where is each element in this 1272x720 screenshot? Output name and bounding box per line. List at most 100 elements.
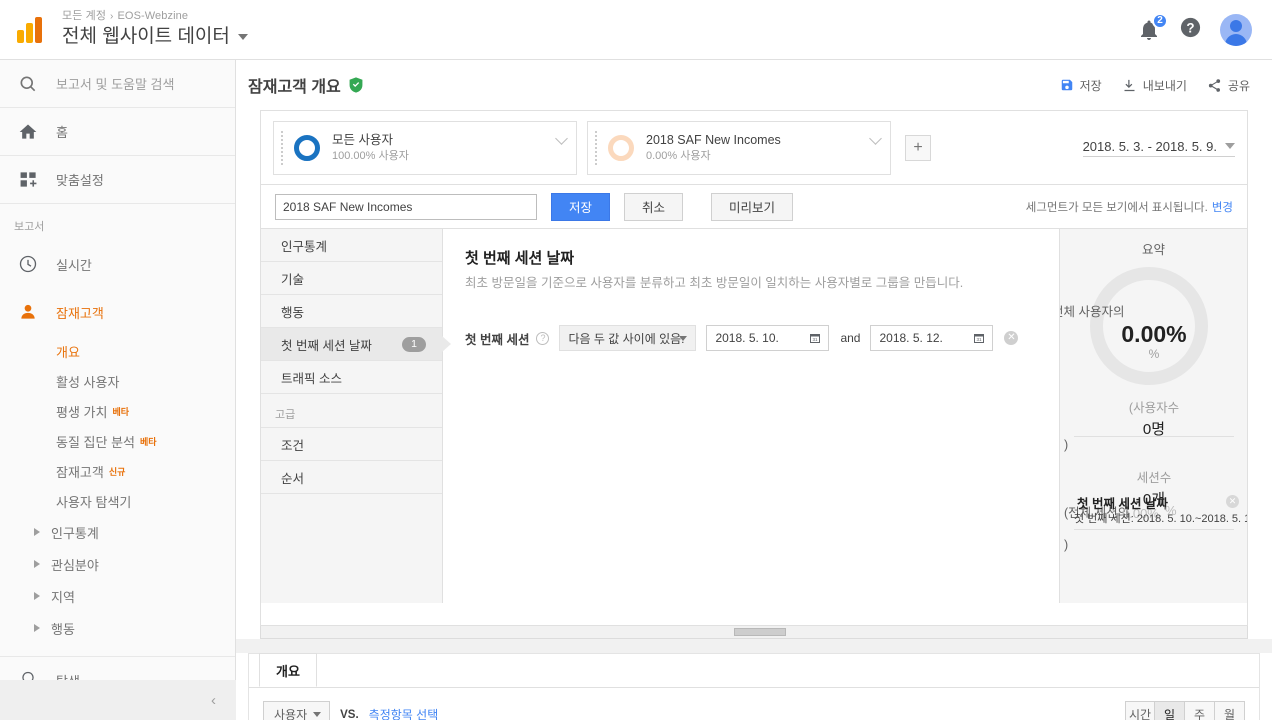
view-selector[interactable]: 전체 웹사이트 데이터 [62, 24, 248, 50]
category-conditions[interactable]: 조건 [261, 428, 442, 461]
chevron-right-icon [34, 528, 40, 536]
summary-of-all-users-label: 전체 사용자의 [1059, 305, 1125, 319]
svg-text:31: 31 [813, 337, 819, 342]
sidebar-item-audience[interactable]: 잠재고객 [0, 288, 235, 336]
calendar-icon[interactable]: 31 [973, 332, 985, 344]
category-traffic-sources[interactable]: 트래픽 소스 [261, 361, 442, 394]
sidebar-item-cohort-analysis[interactable]: 동질 집단 분석 베타 [0, 426, 235, 456]
sidebar-item-overview[interactable]: 개요 [0, 336, 235, 366]
search-placeholder-label: 보고서 및 도움말 검색 [56, 77, 175, 92]
sidebar-subitem-label: 잠재고객 [56, 464, 104, 480]
export-button[interactable]: 내보내기 [1122, 77, 1187, 94]
summary-percent-symbol: % [1148, 347, 1160, 361]
add-segment-button[interactable]: + [905, 134, 931, 161]
scrollbar-thumb[interactable] [734, 628, 787, 636]
segment-name: 모든 사용자 [332, 132, 393, 147]
sidebar-item-user-explorer[interactable]: 사용자 탐색기 [0, 486, 235, 516]
granularity-month[interactable]: 월 [1215, 700, 1245, 720]
analytics-app: 모든 계정 › EOS-Webzine 전체 웹사이트 데이터 2 ? 보고서 … [0, 0, 1272, 720]
date-range-picker[interactable]: 2018. 5. 3. - 2018. 5. 9. [1082, 138, 1235, 157]
vs-label: VS. [340, 708, 359, 720]
granularity-week[interactable]: 주 [1185, 700, 1215, 720]
segment-visibility-note: 세그먼트가 모든 보기에서 표시됩니다. 변경 [1026, 199, 1233, 215]
segment-chip-saf-new-incomes[interactable]: 2018 SAF New Incomes 0.00% 사용자 [587, 120, 891, 175]
svg-text:?: ? [1186, 20, 1194, 35]
segment-builder-body: 인구통계 기술 행동 첫 번째 세션 날짜 1 트래픽 소스 고급 조건 순서 … [261, 229, 1247, 603]
share-button-label: 공유 [1227, 78, 1250, 93]
tab-overview[interactable]: 개요 [259, 653, 317, 687]
sidebar-item-label: 실시간 [56, 257, 92, 273]
builder-horizontal-scrollbar[interactable] [260, 626, 1248, 639]
condition-row: 첫 번째 세션 ? 다음 두 값 사이에 있음: 2018. 5. 10. 31 [465, 325, 1037, 351]
sidebar-item-customize[interactable]: 맞춤설정 [0, 156, 235, 204]
chevron-down-icon[interactable] [555, 131, 568, 145]
segment-donut-icon [294, 134, 320, 161]
breadcrumb-property[interactable]: EOS-Webzine [117, 10, 188, 22]
avatar[interactable] [1220, 13, 1252, 46]
chevron-down-icon [679, 335, 688, 341]
chevron-down-icon[interactable] [869, 131, 882, 145]
share-button[interactable]: 공유 [1207, 77, 1250, 94]
remove-condition-button[interactable]: ✕ [1004, 331, 1019, 345]
calendar-icon[interactable]: 31 [809, 332, 821, 344]
granularity-toggle-group: 시간 일 주 월 [1125, 700, 1245, 720]
category-label: 트래픽 소스 [281, 371, 342, 386]
save-segment-button[interactable]: 저장 [551, 192, 611, 221]
breadcrumb-account[interactable]: 모든 계정 [62, 10, 106, 22]
sidebar-subitem-label: 개요 [56, 344, 80, 360]
sidebar-item-active-users[interactable]: 활성 사용자 [0, 366, 235, 396]
date-from-input[interactable]: 2018. 5. 10. 31 [706, 325, 830, 351]
segment-chip-all-users[interactable]: 모든 사용자 100.00% 사용자 [273, 120, 577, 175]
change-visibility-link[interactable]: 변경 [1212, 202, 1233, 214]
segment-name: 2018 SAF New Incomes [646, 132, 781, 147]
sidebar-item-lifetime-value[interactable]: 평생 가치 베타 [0, 396, 235, 426]
sidebar-item-geo[interactable]: 지역 [0, 580, 235, 612]
summary-sessions-label: 세션수 [1136, 471, 1172, 485]
drag-handle-icon[interactable] [278, 130, 288, 165]
sidebar-item-interests[interactable]: 관심분야 [0, 548, 235, 580]
date-to-input[interactable]: 2018. 5. 12. 31 [870, 325, 994, 351]
sidebar-item-home[interactable]: 홈 [0, 108, 235, 156]
sidebar-expandable-label: 지역 [51, 589, 75, 605]
segment-percent: 0.00% 사용자 [646, 149, 711, 162]
date-range-label: 2018. 5. 3. - 2018. 5. 9. [1082, 138, 1217, 154]
granularity-hour[interactable]: 시간 [1125, 700, 1155, 720]
preview-button[interactable]: 미리보기 [711, 192, 794, 221]
page-title-block: 잠재고객 개요 [248, 73, 363, 97]
new-tag: 신규 [108, 466, 126, 477]
top-bar-actions: 2 ? [1137, 12, 1272, 46]
operator-select[interactable]: 다음 두 값 사이에 있음: [559, 325, 697, 351]
granularity-day[interactable]: 일 [1155, 700, 1185, 720]
select-metric-link[interactable]: 측정항목 선택 [369, 706, 439, 720]
save-button[interactable]: 저장 [1060, 77, 1102, 94]
chevron-right-icon [34, 624, 40, 632]
segment-save-bar: 저장 취소 미리보기 세그먼트가 모든 보기에서 표시됩니다. 변경 [261, 185, 1247, 229]
sidebar-item-demographics[interactable]: 인구통계 [0, 516, 235, 548]
breadcrumb: 모든 계정 › EOS-Webzine [62, 9, 248, 24]
drag-handle-icon[interactable] [592, 130, 602, 165]
sidebar-item-behavior[interactable]: 행동 [0, 612, 235, 644]
category-label: 첫 번째 세션 날짜 [281, 338, 372, 353]
segment-percent: 100.00% 사용자 [332, 149, 409, 162]
summary-overlay-close-button[interactable]: ✕ [1226, 495, 1239, 508]
sidebar-collapse-button[interactable]: ‹ [0, 680, 236, 720]
sidebar-item-realtime[interactable]: 실시간 [0, 240, 235, 288]
search-input[interactable]: 보고서 및 도움말 검색 [0, 60, 235, 108]
cancel-button[interactable]: 취소 [624, 192, 684, 221]
sidebar-subitem-label: 동질 집단 분석 [56, 434, 135, 450]
category-group-advanced: 고급 [261, 394, 442, 428]
help-icon[interactable]: ? [536, 331, 550, 345]
segment-name-input[interactable] [275, 193, 537, 220]
category-demographics[interactable]: 인구통계 [261, 229, 442, 262]
category-behavior[interactable]: 행동 [261, 295, 442, 328]
help-button[interactable]: ? [1179, 16, 1202, 44]
home-icon [0, 122, 56, 142]
sidebar-item-audiences[interactable]: 잠재고객 신규 [0, 456, 235, 486]
category-first-session-date[interactable]: 첫 번째 세션 날짜 1 [261, 328, 451, 361]
notifications-button[interactable]: 2 [1137, 12, 1168, 42]
category-sequences[interactable]: 순서 [261, 461, 442, 494]
page-title: 잠재고객 개요 [248, 79, 341, 96]
summary-users-paren-close: ) [1064, 438, 1069, 452]
primary-metric-select[interactable]: 사용자 [263, 700, 331, 720]
category-technology[interactable]: 기술 [261, 262, 442, 295]
